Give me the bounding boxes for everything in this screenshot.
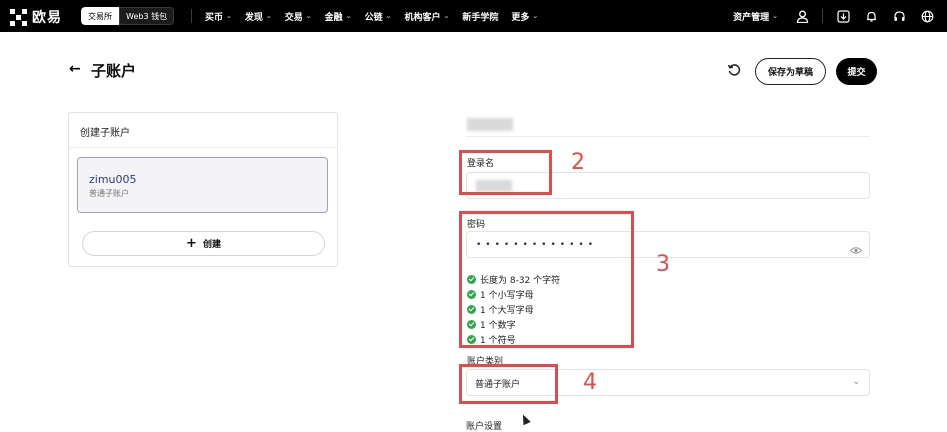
- nav-item[interactable]: 交易 ⌄: [285, 10, 312, 23]
- nav-item-label: 买币: [205, 12, 224, 23]
- chevron-down-icon: ⌄: [226, 12, 232, 20]
- annotation-box-4: [459, 364, 558, 404]
- eye-icon[interactable]: [849, 240, 863, 259]
- nav-divider: [191, 9, 192, 23]
- annotation-number-2: 2: [571, 150, 585, 175]
- exchange-tab[interactable]: 交易所: [81, 7, 119, 25]
- nav-item[interactable]: 公链 ⌄: [365, 10, 392, 23]
- page-title: 子账户: [91, 62, 137, 80]
- globe-icon[interactable]: [913, 0, 941, 32]
- nav-item[interactable]: 发现 ⌄: [245, 10, 272, 23]
- reset-icon[interactable]: [726, 62, 742, 78]
- subaccount-type: 普通子账户: [89, 189, 129, 198]
- blurred-section-title: [467, 118, 513, 131]
- card-title: 创建子账户: [80, 128, 130, 139]
- mouse-cursor-icon: [519, 412, 531, 426]
- chevron-down-icon: ⌄: [345, 12, 352, 20]
- nav-item[interactable]: 买币 ⌄: [205, 10, 232, 23]
- submit-button[interactable]: 提交: [836, 58, 877, 85]
- annotation-box-2: [459, 150, 552, 195]
- right-nav: 资产管理 ⌄: [733, 0, 947, 32]
- annotation-number-3: 3: [656, 252, 670, 277]
- nav-item[interactable]: 金融 ⌄: [325, 10, 352, 23]
- nav-item-label: 金融: [324, 12, 343, 23]
- subaccount-item[interactable]: zimu005 普通子账户: [77, 157, 328, 213]
- create-subaccount-button[interactable]: + 创建: [82, 231, 325, 256]
- asset-management-menu[interactable]: 资产管理 ⌄: [733, 10, 778, 23]
- annotation-box-3: [459, 211, 634, 348]
- nav-item-label: 公链: [364, 12, 383, 23]
- chevron-down-icon: ⌄: [532, 12, 539, 20]
- user-icon[interactable]: [788, 0, 816, 32]
- headset-icon[interactable]: [885, 0, 913, 32]
- nav-item-label: 新手学院: [462, 12, 499, 23]
- main-nav: 买币 ⌄ 发现 ⌄ 交易 ⌄ 金融 ⌄ 公链 ⌄ 机构客户 ⌄ 新手学院 更多 ⌄: [205, 0, 538, 32]
- back-arrow-icon[interactable]: ←: [69, 61, 81, 77]
- save-draft-button[interactable]: 保存为草稿: [755, 58, 826, 85]
- nav-item[interactable]: 更多 ⌄: [511, 10, 538, 23]
- bell-icon[interactable]: [857, 0, 885, 32]
- chevron-down-icon: ⌄: [305, 12, 312, 20]
- exchange-wallet-switch: 交易所 Web3 钱包: [81, 7, 175, 25]
- logo-mark-icon: [10, 8, 27, 26]
- form-divider: [466, 136, 870, 137]
- web3-wallet-tab[interactable]: Web3 钱包: [119, 7, 175, 25]
- create-label: 创建: [202, 240, 221, 250]
- nav-item-label: 更多: [511, 12, 530, 23]
- account-settings-label-partial: 账户设置: [466, 422, 503, 432]
- okx-logo[interactable]: 欧易: [10, 7, 62, 27]
- chevron-down-icon: ⌄: [385, 12, 392, 20]
- nav-item[interactable]: 机构客户 ⌄: [404, 10, 449, 23]
- subaccount-list-card: 创建子账户 zimu005 普通子账户 + 创建: [68, 112, 338, 267]
- annotation-number-4: 4: [583, 370, 597, 395]
- chevron-down-icon: ⌄: [265, 12, 272, 20]
- nav-item[interactable]: 新手学院: [462, 10, 498, 23]
- chevron-down-icon: ⌄: [852, 377, 860, 387]
- logo-text: 欧易: [32, 10, 62, 26]
- chevron-down-icon: ⌄: [443, 12, 450, 20]
- card-divider: [69, 147, 337, 148]
- nav-item-label: 交易: [284, 12, 303, 23]
- nav-item-label: 机构客户: [404, 12, 441, 23]
- chevron-down-icon: ⌄: [772, 12, 778, 20]
- nav-item-label: 发现: [244, 12, 263, 23]
- download-icon[interactable]: [829, 0, 857, 32]
- nav-separator: [822, 9, 823, 23]
- top-nav-bar: 欧易 交易所 Web3 钱包 买币 ⌄ 发现 ⌄ 交易 ⌄ 金融 ⌄ 公链 ⌄ 机构客户 ⌄ 新手学院更…: [0, 0, 947, 32]
- plus-icon: +: [186, 236, 197, 251]
- subaccount-name: zimu005: [89, 173, 137, 186]
- asset-management-label: 资产管理: [733, 12, 770, 23]
